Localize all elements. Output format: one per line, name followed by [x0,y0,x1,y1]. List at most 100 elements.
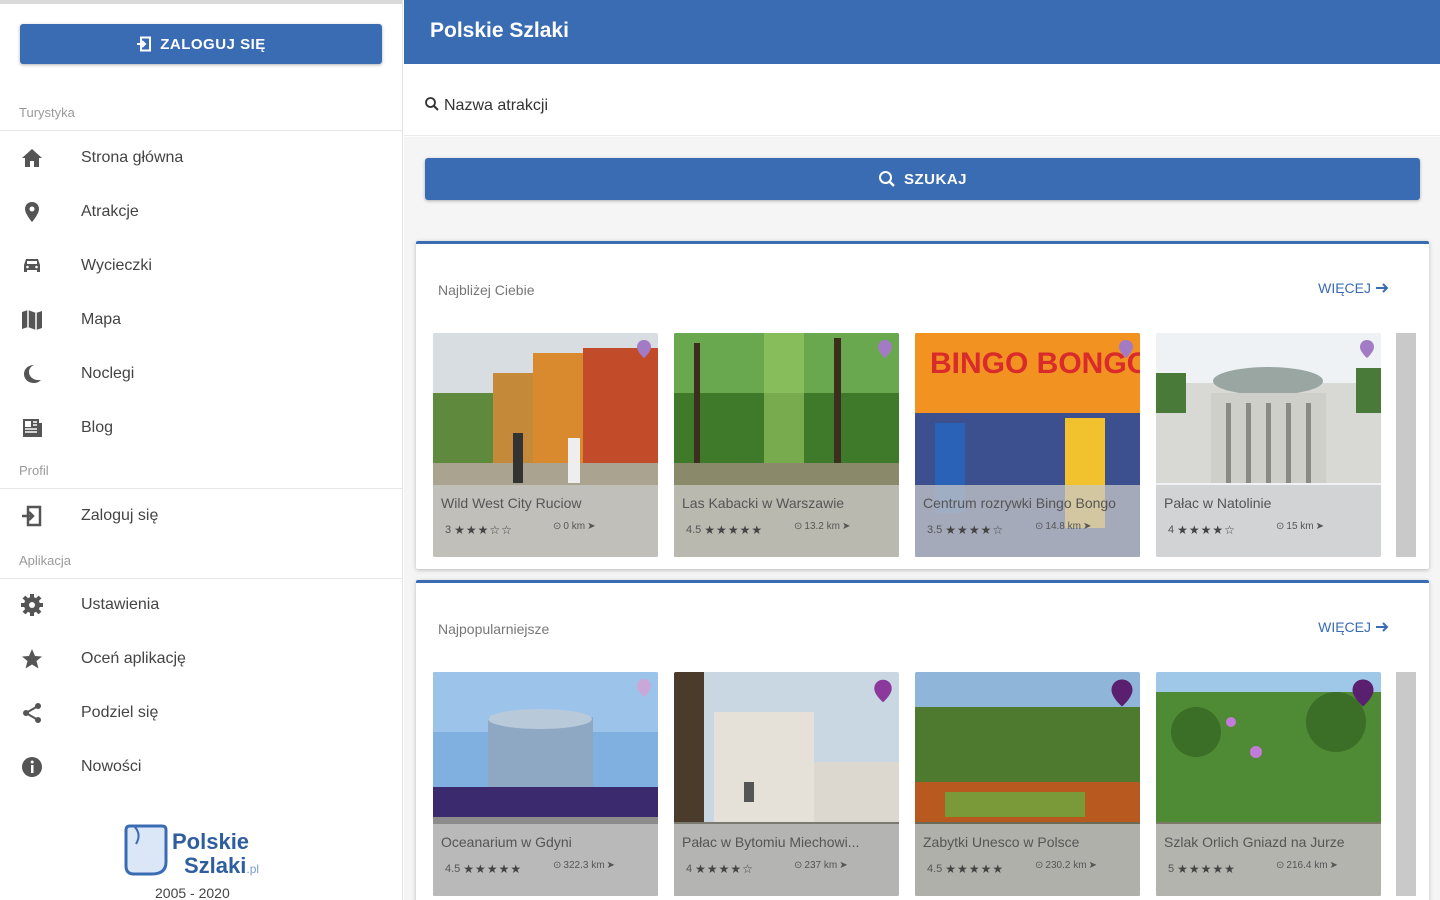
location-icon: ⊙ [553,521,562,532]
page-title: Polskie Szlaki [430,19,569,42]
distance-value: 230.2 km [1045,860,1087,871]
rating-stars: ★★★★☆ [1177,523,1236,537]
login-button[interactable]: ZALOGUJ SIĘ [20,24,382,64]
map-pin-icon [878,340,892,358]
navigation-icon: ➤ [839,860,848,871]
attraction-card[interactable]: Oceanarium w Gdyni 4.5 ★★★★★ ⊙ 322.3 km ➤ [433,672,658,896]
sidebar-item-label: Nowości [81,758,142,775]
sidebar-item-lodging[interactable]: Noclegi [0,347,402,401]
search-button[interactable]: SZUKAJ [425,158,1420,200]
panel-nearby: Najbliżej Ciebie WIĘCEJ Wild West City R… [416,241,1429,569]
card-rating: 4.5 ★★★★★ [445,862,522,876]
sidebar-item-label: Noclegi [81,365,135,382]
sidebar-item-share[interactable]: Podziel się [0,686,402,740]
app-root: ZALOGUJ SIĘ Turystyka Strona główna Atra… [0,0,1440,900]
home-icon [20,146,44,170]
navigation-icon: ➤ [1329,860,1338,871]
sidebar-item-label: Ustawienia [81,596,160,613]
sidebar-item-login[interactable]: Zaloguj się [0,489,402,543]
attraction-card[interactable]: Las Kabacki w Warszawie 4.5 ★★★★★ ⊙ 13.2 k… [674,333,899,557]
location-icon: ⊙ [1276,521,1285,532]
attraction-card[interactable]: Pałac w Natolinie 4 ★★★★☆ ⊙ 15 km ➤ [1156,333,1381,557]
sidebar-item-label: Blog [81,419,114,436]
sidebar-item-label: Atrakcje [81,203,139,220]
panel-title: Najbliżej Ciebie [438,282,535,298]
distance-value: 322.3 km [563,860,605,871]
gear-icon [20,593,44,617]
login-icon [137,36,152,52]
sidebar: ZALOGUJ SIĘ Turystyka Strona główna Atra… [0,0,403,900]
attraction-card-peek[interactable] [1396,672,1416,896]
rating-value: 4 [1168,524,1175,536]
logo-book-icon [124,824,168,876]
rating-stars: ★★★★☆ [945,523,1005,537]
attraction-card[interactable]: Szlak Orlich Gniazd na Jurze 5 ★★★★★ ⊙ 216… [1156,672,1381,896]
attraction-card[interactable]: Pałac w Bytomiu Miechowi... 4 ★★★★☆ ⊙ 237 … [674,672,899,896]
map-pin-icon [1360,340,1374,358]
navigation-icon: ➤ [606,860,615,871]
card-rating: 4.5 ★★★★★ [927,862,1004,876]
map-pin-icon [1352,679,1374,707]
location-icon: ⊙ [1035,860,1044,871]
card-title: Pałac w Natolinie [1164,495,1272,511]
car-icon [20,254,44,278]
attraction-card[interactable]: BINGO BONGO Centrum rozrywki Bingo Bongo… [915,333,1140,557]
card-title: Wild West City Ruciow [441,495,582,511]
card-distance: ⊙ 322.3 km ➤ [553,860,615,871]
rating-value: 4 [686,863,693,875]
search-input[interactable] [444,92,1344,120]
attraction-card[interactable]: Zabytki Unesco w Polsce 4.5 ★★★★★ ⊙ 230.2 … [915,672,1140,896]
rating-value: 4.5 [686,524,702,536]
distance-value: 237 km [804,860,838,871]
brand-logo: Polskie Szlaki .pl [122,822,292,892]
distance-value: 13.2 km [804,521,840,532]
attraction-card-peek[interactable] [1396,333,1416,557]
attraction-card[interactable]: Wild West City Ruciow 3 ★★★☆☆ ⊙ 0 km ➤ [433,333,658,557]
rating-stars: ★★★★★ [704,523,764,537]
sidebar-item-home[interactable]: Strona główna [0,131,402,185]
sidebar-item-rate-app[interactable]: Oceń aplikację [0,632,402,686]
rating-value: 3.5 [927,524,943,536]
map-icon [20,308,44,332]
distance-value: 0 km [563,521,586,532]
panel-title: Najpopularniejsze [438,621,550,637]
rating-stars: ★★★★☆ [695,862,754,876]
newspaper-icon [20,416,44,440]
card-title: Pałac w Bytomiu Miechowi... [682,834,860,850]
rating-value: 3 [445,524,452,536]
card-title: Oceanarium w Gdyni [441,834,572,850]
sidebar-item-attractions[interactable]: Atrakcje [0,185,402,239]
card-distance: ⊙ 0 km ➤ [553,521,595,532]
card-rating: 4 ★★★★☆ [1168,523,1236,537]
sidebar-item-label: Mapa [81,311,122,328]
section-title-profile: Profil [19,463,49,478]
sidebar-item-label: Zaloguj się [81,507,159,524]
search-icon [425,97,439,111]
sidebar-item-blog[interactable]: Blog [0,401,402,455]
card-rating: 4 ★★★★☆ [686,862,754,876]
panel-most-popular: Najpopularniejsze WIĘCEJ Oceanarium w Gd… [416,580,1429,900]
more-link[interactable]: WIĘCEJ [1318,619,1389,635]
star-icon [20,647,44,671]
card-distance: ⊙ 13.2 km ➤ [794,521,850,532]
sidebar-item-map[interactable]: Mapa [0,293,402,347]
navigation-icon: ➤ [1088,860,1097,871]
map-pin-icon [637,679,651,697]
distance-value: 14.8 km [1045,521,1081,532]
distance-value: 15 km [1286,521,1314,532]
arrow-right-icon [1376,283,1389,293]
location-icon: ⊙ [553,860,562,871]
section-title-tourism: Turystyka [19,105,75,120]
logo-text-line2-main: Szlaki [184,853,247,878]
sidebar-item-news[interactable]: Nowości [0,740,402,794]
more-link[interactable]: WIĘCEJ [1318,280,1389,296]
sidebar-item-settings[interactable]: Ustawienia [0,578,402,632]
card-distance: ⊙ 14.8 km ➤ [1035,521,1091,532]
rating-value: 4.5 [927,863,943,875]
location-icon: ⊙ [794,521,803,532]
card-distance: ⊙ 230.2 km ➤ [1035,860,1097,871]
navigation-icon: ➤ [1082,521,1092,532]
sidebar-item-trips[interactable]: Wycieczki [0,239,402,293]
card-rating: 3 ★★★☆☆ [445,523,513,537]
map-pin-icon [874,679,892,703]
